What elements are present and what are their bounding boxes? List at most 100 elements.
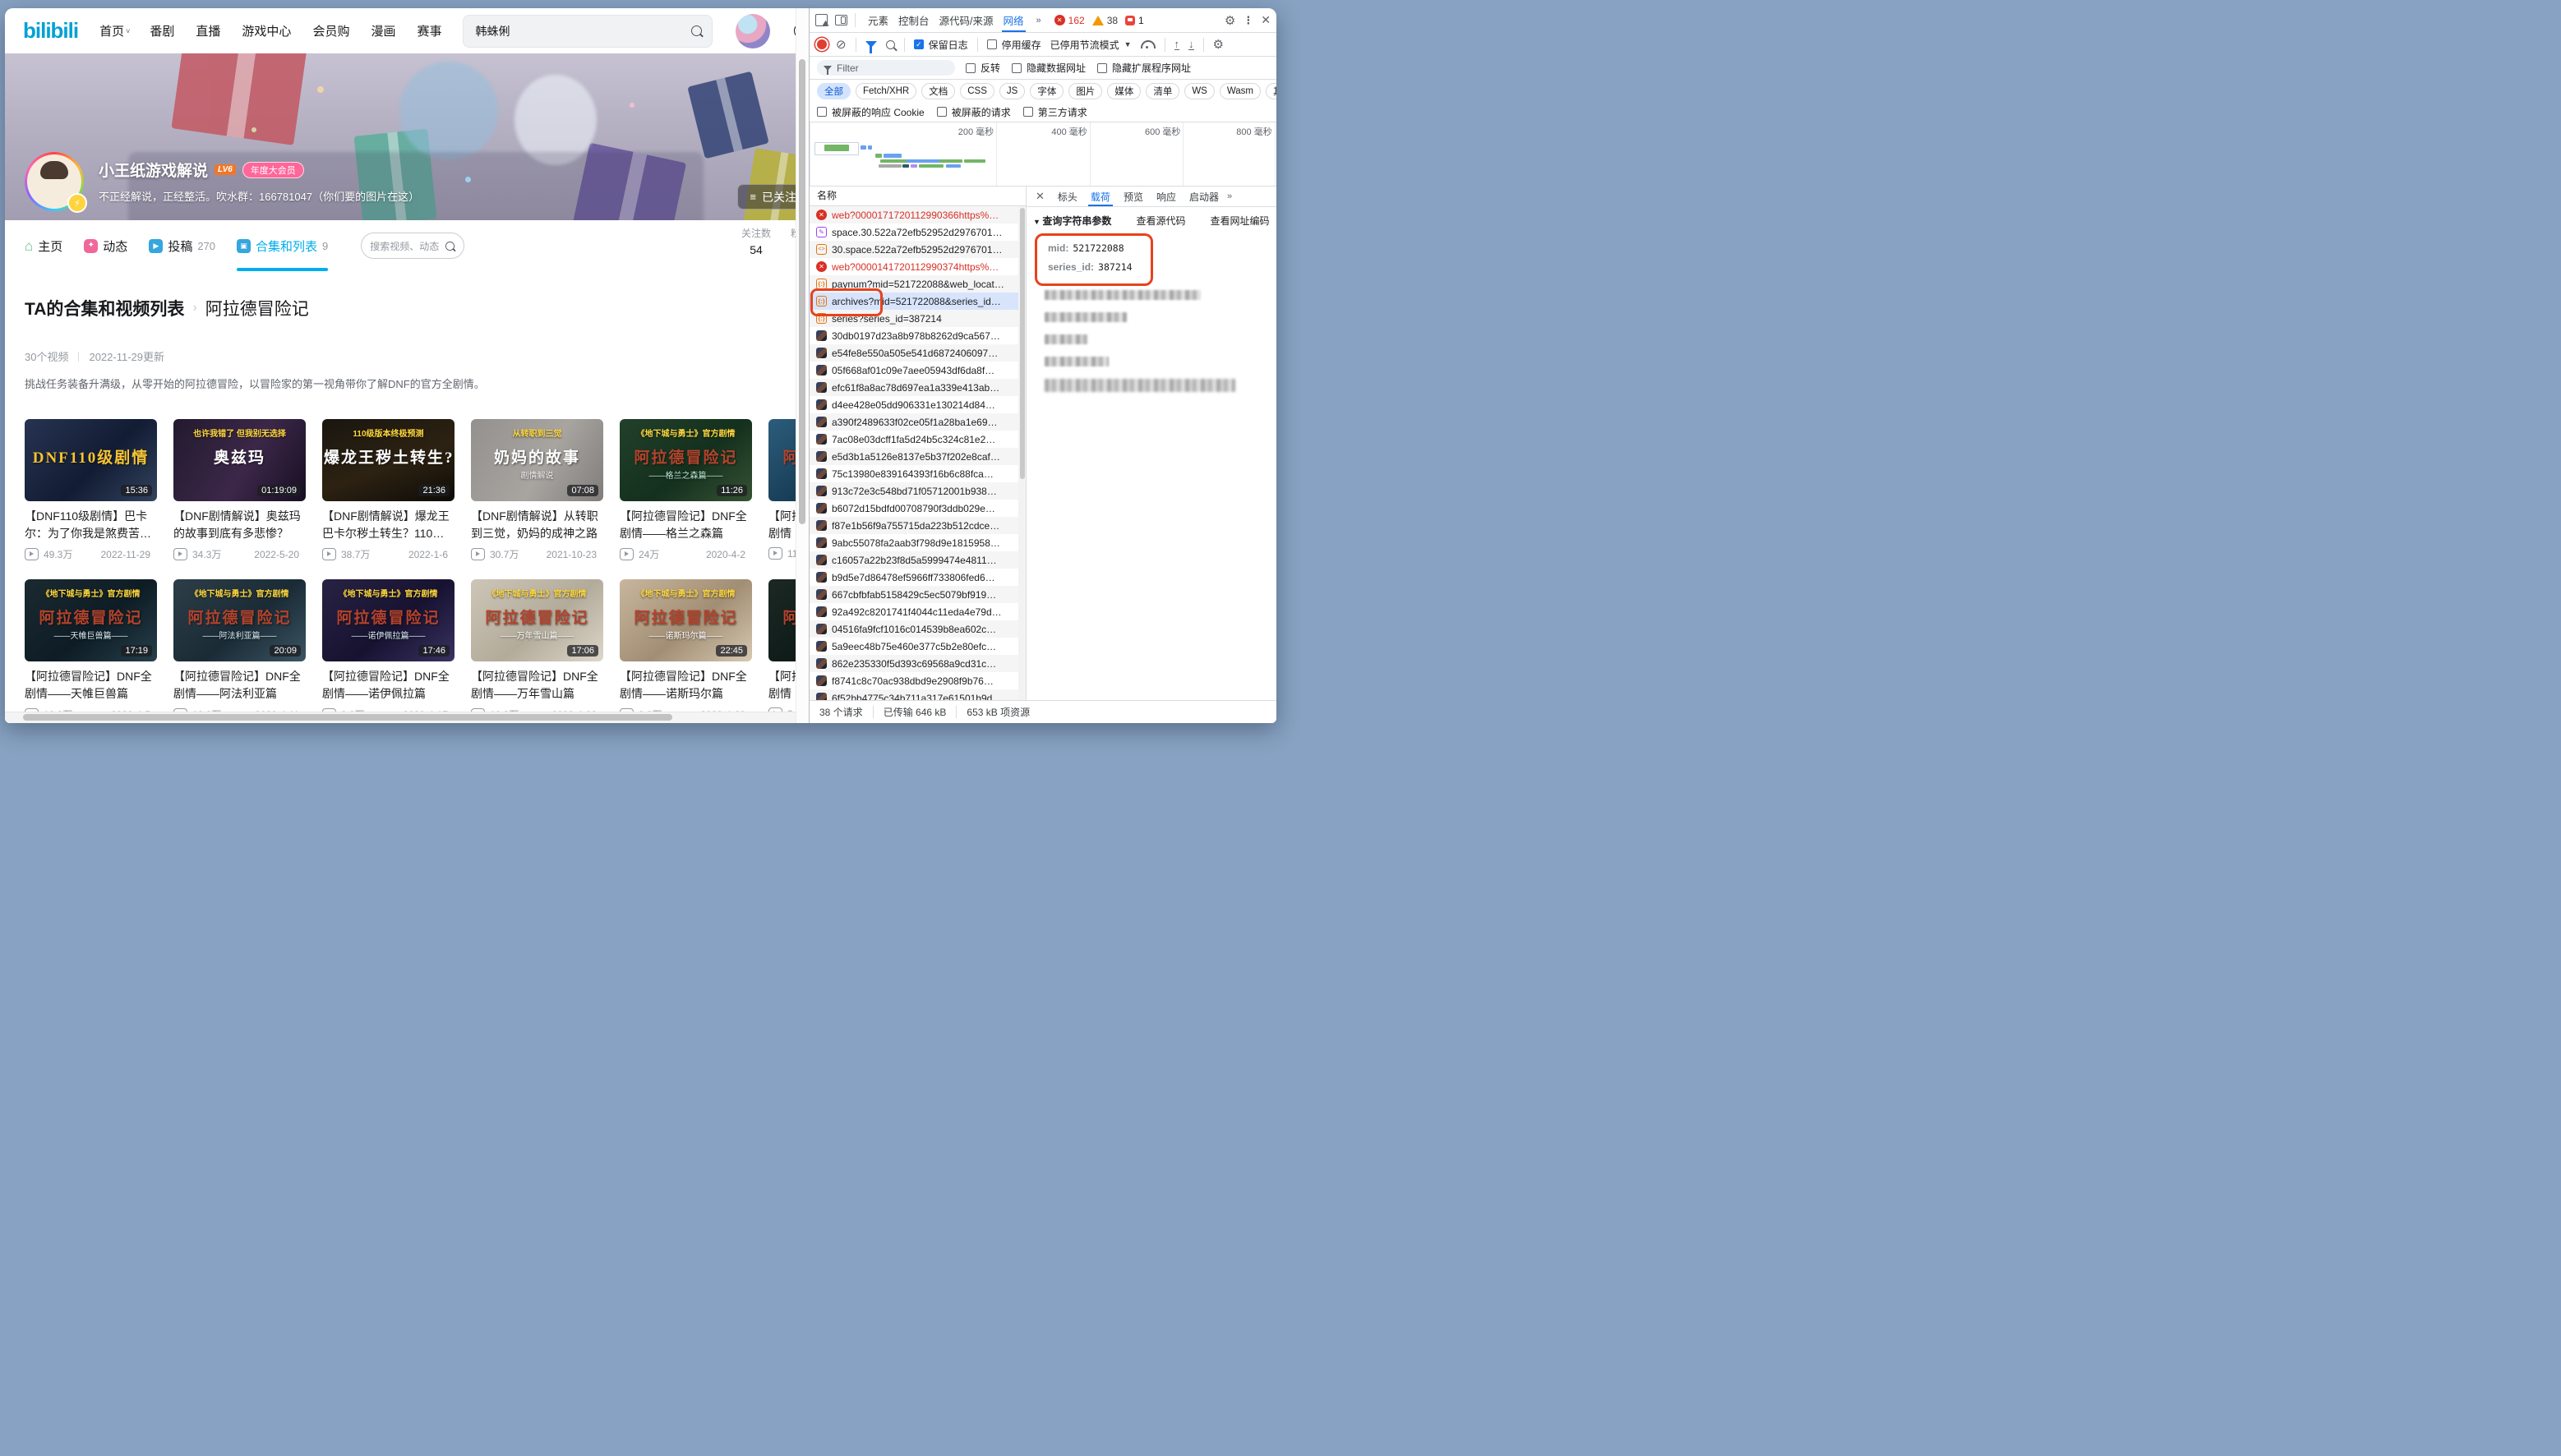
devtools-tab[interactable]: 源代码/来源 xyxy=(934,8,999,32)
filter-option-checkbox[interactable]: 隐藏扩展程序网址 xyxy=(1097,61,1191,75)
profile-tab[interactable]: ⌂ 主页 xyxy=(25,220,62,271)
nav-item[interactable]: 会员购 xyxy=(312,22,351,39)
request-row[interactable]: f87e1b56f9a755715da223b512cdce… xyxy=(810,517,1026,534)
type-filter-pill[interactable]: 字体 xyxy=(1030,83,1064,99)
blocked-option-checkbox[interactable]: 被屏蔽的响应 Cookie xyxy=(817,105,925,119)
request-list-header[interactable]: 名称 xyxy=(810,187,1026,206)
filter-option-checkbox[interactable]: 隐藏数据网址 xyxy=(1012,61,1086,75)
stat-item[interactable]: 关注数 54 xyxy=(741,226,771,256)
record-icon[interactable] xyxy=(817,39,827,49)
type-filter-pill[interactable]: JS xyxy=(999,83,1025,99)
network-overview-timeline[interactable]: 200 毫秒 400 毫秒 600 毫秒 800 毫秒 1000 毫秒 xyxy=(810,122,1276,187)
search-input[interactable] xyxy=(473,24,691,39)
detail-tab[interactable]: 响应 xyxy=(1150,187,1183,206)
request-row[interactable]: 6f52bb4775c34b711a317e61501b9d… xyxy=(810,689,1026,700)
request-row[interactable]: 04516fa9fcf1016c014539b8ea602c… xyxy=(810,620,1026,638)
video-title[interactable]: 【DNF110级剧情】巴卡尔：为了你我是煞费苦心啊！ xyxy=(25,508,157,542)
profile-avatar[interactable]: ⚡ xyxy=(25,152,84,211)
video-title[interactable]: 【阿拉德冒险记】DNF全剧情 xyxy=(768,668,796,703)
video-card[interactable]: 110级版本终极预测 爆龙王秽土转生? 21:36 【DNF剧情解说】爆龙王巴卡… xyxy=(322,419,455,561)
request-row[interactable]: archives?mid=521722088&series_id… xyxy=(810,293,1026,310)
video-title[interactable]: 【阿拉德冒险记】DNF全剧情——格兰之森篇 xyxy=(620,508,752,542)
close-detail-icon[interactable]: ✕ xyxy=(1031,190,1050,203)
preserve-log-checkbox[interactable]: 保留日志 xyxy=(914,38,968,52)
type-filter-pill[interactable]: Wasm xyxy=(1220,83,1261,99)
settings-gear-icon[interactable]: ⚙ xyxy=(1225,13,1235,28)
nav-item[interactable]: 赛事 xyxy=(417,22,443,39)
type-filter-pill[interactable]: WS xyxy=(1184,83,1215,99)
detail-tab[interactable]: 预览 xyxy=(1117,187,1150,206)
kebab-menu-icon[interactable]: ⋮ xyxy=(1243,14,1253,27)
view-source-link[interactable]: 查看源代码 xyxy=(1136,214,1185,228)
video-card[interactable]: 《地下城与勇士》官方剧情 阿拉德冒险记 ——诺斯玛尔篇—— 22:45 【阿拉德… xyxy=(620,579,752,721)
detail-tab[interactable]: 启动器 xyxy=(1183,187,1225,206)
import-har-icon[interactable]: ↑ xyxy=(1174,39,1180,50)
video-title[interactable]: 【阿拉德冒险记】DNF全剧情——万年雪山篇 xyxy=(471,668,603,703)
video-title[interactable]: 【阿拉德冒险记】DNF全剧情——阿法利亚篇 xyxy=(173,668,306,703)
video-card[interactable]: 《地下城与勇士》官方剧情 阿拉德冒险记 ——阿法利亚篇—— 20:09 【阿拉德… xyxy=(173,579,306,721)
video-card[interactable]: 阿拉德冒险记 【阿拉德冒险记】DNF全剧情 11 xyxy=(768,419,796,561)
video-title[interactable]: 【DNF剧情解说】爆龙王巴卡尔秽土转生？110级版本终极 xyxy=(322,508,455,542)
video-card[interactable]: 《地下城与勇士》官方剧情 阿拉德冒险记 ——万年雪山篇—— 17:06 【阿拉德… xyxy=(471,579,603,721)
devtools-tab[interactable]: 控制台 xyxy=(893,8,934,32)
request-row[interactable]: 5a9eec48b75e460e377c5b2e80efc… xyxy=(810,638,1026,655)
filter-option-checkbox[interactable]: 反转 xyxy=(966,61,1000,75)
network-search-icon[interactable] xyxy=(886,40,895,49)
request-row[interactable]: 30.space.522a72efb52952d2976701… xyxy=(810,241,1026,258)
request-row[interactable]: space.30.522a72efb52952d2976701… xyxy=(810,223,1026,241)
type-filter-pill[interactable]: 全部 xyxy=(817,83,851,99)
issues-count[interactable]: 1 xyxy=(1125,15,1144,26)
throttling-dropdown[interactable]: 已停用节流模式 ▼ xyxy=(1050,38,1132,52)
device-toolbar-icon[interactable] xyxy=(835,15,847,25)
request-row[interactable]: 05f668af01c09e7aee05943df6da8f… xyxy=(810,362,1026,379)
nav-item[interactable]: 游戏中心 xyxy=(242,22,293,39)
breadcrumb-root[interactable]: TA的合集和视频列表 xyxy=(25,296,184,320)
request-row[interactable]: e5d3b1a5126e8137e5b37f202e8caf… xyxy=(810,448,1026,465)
profile-search[interactable]: 搜索视频、动态 xyxy=(361,233,464,259)
request-row[interactable]: 75c13980e839164393f16b6c88fca… xyxy=(810,465,1026,482)
type-filter-pill[interactable]: CSS xyxy=(960,83,994,99)
scrollbar-thumb[interactable] xyxy=(23,714,672,721)
close-devtools-icon[interactable]: ✕ xyxy=(1261,13,1271,27)
detail-tab[interactable]: 载荷 xyxy=(1084,187,1117,206)
video-card[interactable]: DNF110级剧情 15:36 【DNF110级剧情】巴卡尔：为了你我是煞费苦心… xyxy=(25,419,157,561)
search-icon[interactable] xyxy=(691,25,702,36)
nav-item[interactable]: 番剧 xyxy=(150,22,176,39)
request-row[interactable]: web?0000141720112990374https%… xyxy=(810,258,1026,275)
user-avatar[interactable] xyxy=(736,14,770,48)
blocked-option-checkbox[interactable]: 第三方请求 xyxy=(1023,105,1087,119)
request-row[interactable]: a390f2489633f02ce05f1a28ba1e69… xyxy=(810,413,1026,431)
bilibili-logo[interactable]: bilibili xyxy=(23,18,78,44)
request-row[interactable]: b9d5e7d86478ef5966ff733806fed6… xyxy=(810,569,1026,586)
export-har-icon[interactable]: ↓ xyxy=(1188,39,1194,50)
type-filter-pill[interactable]: 图片 xyxy=(1068,83,1102,99)
more-tabs-icon[interactable]: » xyxy=(1227,191,1231,201)
list-scrollbar[interactable] xyxy=(1018,206,1026,700)
nav-item[interactable]: 直播 xyxy=(196,22,222,39)
type-filter-pill[interactable]: 清单 xyxy=(1146,83,1179,99)
request-row[interactable]: e54fe8e550a505e541d6872406097… xyxy=(810,344,1026,362)
video-title[interactable]: 【阿拉德冒险记】DNF全剧情 xyxy=(768,508,796,542)
query-param-row[interactable]: mid:521722088 xyxy=(1038,239,1211,258)
video-title[interactable]: 【阿拉德冒险记】DNF全剧情——诺伊佩拉篇 xyxy=(322,668,455,703)
query-params-section[interactable]: 查询字符串参数 xyxy=(1033,214,1111,228)
video-title[interactable]: 【阿拉德冒险记】DNF全剧情——诺斯玛尔篇 xyxy=(620,668,752,703)
profile-tab[interactable]: ▶ 投稿 270 xyxy=(149,220,215,271)
request-row[interactable]: 667cbfbfab5158429c5ec5079bf919… xyxy=(810,586,1026,603)
type-filter-pill[interactable]: 文档 xyxy=(921,83,955,99)
type-filter-pill[interactable]: 媒体 xyxy=(1107,83,1141,99)
error-count[interactable]: ✕ 162 xyxy=(1054,15,1085,26)
detail-tab[interactable]: 标头 xyxy=(1051,187,1084,206)
inspect-element-icon[interactable] xyxy=(815,14,828,26)
request-row[interactable]: b6072d15bdfd00708790f3ddb029e… xyxy=(810,500,1026,517)
video-title[interactable]: 【阿拉德冒险记】DNF全剧情——天帷巨兽篇 xyxy=(25,668,157,703)
query-param-row[interactable]: series_id:387214 xyxy=(1038,258,1211,277)
type-filter-pill[interactable]: 其他 xyxy=(1266,83,1276,99)
horizontal-scrollbar[interactable] xyxy=(5,712,796,723)
video-card[interactable]: 也许我错了 但我别无选择 奥兹玛 01:19:09 【DNF剧情解说】奥兹玛的故… xyxy=(173,419,306,561)
request-row[interactable]: c16057a22b23f8d5a5999474e4811… xyxy=(810,551,1026,569)
request-row[interactable]: 9abc55078fa2aab3f798d9e1815958… xyxy=(810,534,1026,551)
request-row[interactable]: 913c72e3c548bd71f05712001b938… xyxy=(810,482,1026,500)
network-conditions-icon[interactable] xyxy=(1141,40,1156,48)
video-title[interactable]: 【DNF剧情解说】从转职到三觉，奶妈的成神之路 xyxy=(471,508,603,542)
